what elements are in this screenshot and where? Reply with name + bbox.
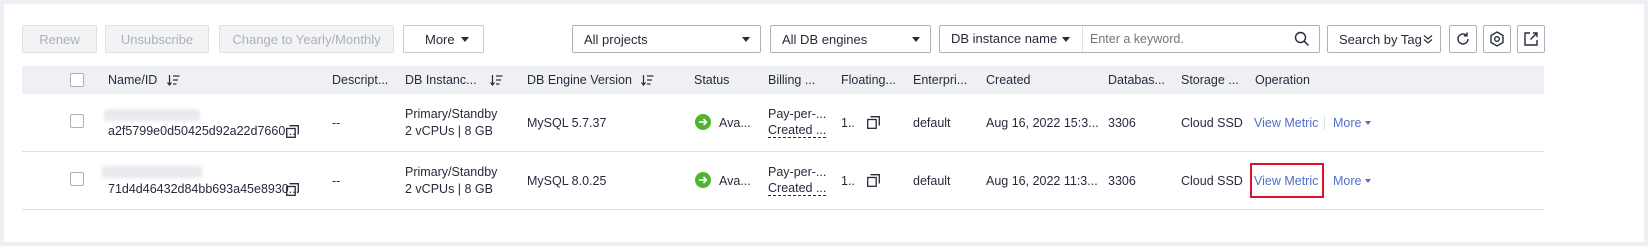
status-text: Ava... xyxy=(719,116,751,130)
chevron-down-icon xyxy=(742,37,750,42)
column-header-billing: Billing ... xyxy=(768,73,816,87)
column-header-created: Created xyxy=(986,73,1031,87)
column-header-engine-version[interactable]: DB Engine Version xyxy=(527,66,654,94)
chevron-down-icon xyxy=(461,37,469,42)
chevron-down-icon xyxy=(1365,179,1372,183)
storage-type: Cloud SSD xyxy=(1181,116,1243,130)
db-engine-select[interactable]: All DB engines xyxy=(770,25,931,53)
table-row: a2f5799e0d50425d92a22d7660... -- Primary… xyxy=(22,94,1544,152)
instance-id: 71d4d46432d84bb693a45e8930... xyxy=(108,182,300,196)
column-header-description: Descript... xyxy=(332,73,389,87)
row-more-menu[interactable]: More xyxy=(1333,116,1372,130)
column-header-database-port: Databas... xyxy=(1108,73,1165,87)
storage-type: Cloud SSD xyxy=(1181,174,1243,188)
instance-spec: 2 vCPUs | 8 GB xyxy=(405,182,493,196)
column-header-instance-type[interactable]: DB Instanc... xyxy=(405,66,515,94)
search-icon[interactable] xyxy=(1294,31,1310,47)
sort-icon[interactable] xyxy=(166,74,180,86)
copy-icon[interactable] xyxy=(286,125,299,138)
column-header-storage: Storage ... xyxy=(1181,73,1239,87)
search-type-value: DB instance name xyxy=(951,31,1058,46)
floating-ip: 1.. xyxy=(841,174,855,188)
database-port: 3306 xyxy=(1108,116,1136,130)
select-all-checkbox[interactable] xyxy=(70,73,84,87)
copy-icon[interactable] xyxy=(867,174,880,187)
search-box[interactable]: DB instance name xyxy=(939,25,1320,53)
gear-icon xyxy=(1490,31,1504,47)
project-select[interactable]: All projects xyxy=(572,25,761,53)
column-header-status: Status xyxy=(694,73,730,87)
search-input[interactable] xyxy=(1090,28,1280,50)
search-by-tag-label: Search by Tag xyxy=(1339,31,1422,47)
db-engine-select-value: All DB engines xyxy=(782,31,868,47)
row-checkbox[interactable] xyxy=(70,114,84,128)
unsubscribe-button[interactable]: Unsubscribe xyxy=(105,25,209,53)
more-actions-label: More xyxy=(425,31,455,47)
sort-icon[interactable] xyxy=(490,74,503,86)
instance-spec: 2 vCPUs | 8 GB xyxy=(405,124,493,138)
sort-icon[interactable] xyxy=(641,74,654,86)
copy-icon[interactable] xyxy=(286,183,299,196)
change-billing-button[interactable]: Change to Yearly/Monthly xyxy=(219,25,394,53)
search-by-tag-button[interactable]: Search by Tag xyxy=(1327,25,1441,53)
billing-mode: Pay-per-... xyxy=(768,165,827,179)
engine-version: MySQL 5.7.37 xyxy=(527,116,607,130)
column-header-name[interactable]: Name/ID xyxy=(108,66,180,94)
view-metric-link[interactable]: View Metric xyxy=(1254,174,1318,188)
refresh-icon xyxy=(1457,32,1469,45)
chevron-down-icon xyxy=(1365,121,1372,125)
column-header-operation: Operation xyxy=(1255,73,1310,87)
billing-created[interactable]: Created ... xyxy=(768,123,827,138)
search-type-select[interactable]: DB instance name xyxy=(940,26,1083,52)
operation-divider xyxy=(1324,116,1325,130)
table-header: Name/ID Descript... DB Instanc... DB Eng… xyxy=(22,66,1544,94)
table-row: 71d4d46432d84bb693a45e8930... -- Primary… xyxy=(22,152,1544,210)
refresh-button[interactable] xyxy=(1449,25,1477,53)
enterprise-project: default xyxy=(913,174,951,188)
status-text: Ava... xyxy=(719,174,751,188)
created-time: Aug 16, 2022 11:3... xyxy=(986,174,1098,188)
view-metric-link[interactable]: View Metric xyxy=(1254,116,1318,130)
column-header-enterprise-project: Enterpri... xyxy=(913,73,968,87)
instance-type: Primary/Standby xyxy=(405,107,498,121)
instance-name-redacted xyxy=(102,166,202,178)
copy-icon[interactable] xyxy=(867,116,880,129)
instance-name-redacted xyxy=(104,109,200,121)
more-actions-button[interactable]: More xyxy=(403,25,484,53)
export-button[interactable] xyxy=(1517,25,1545,53)
enterprise-project: default xyxy=(913,116,951,130)
engine-version: MySQL 8.0.25 xyxy=(527,174,607,188)
created-time: Aug 16, 2022 15:3... xyxy=(986,116,1099,130)
instance-id: a2f5799e0d50425d92a22d7660... xyxy=(108,124,296,138)
row-more-menu[interactable]: More xyxy=(1333,174,1372,188)
floating-ip: 1.. xyxy=(841,116,855,130)
column-header-floating-ip: Floating... xyxy=(841,73,896,87)
status-available-icon xyxy=(695,114,711,130)
billing-mode: Pay-per-... xyxy=(768,107,827,121)
chevron-down-icon xyxy=(912,37,920,42)
chevron-down-icon xyxy=(1062,37,1070,42)
database-port: 3306 xyxy=(1108,174,1136,188)
renew-button[interactable]: Renew xyxy=(22,25,97,53)
project-select-value: All projects xyxy=(584,31,648,47)
billing-created[interactable]: Created ... xyxy=(768,181,827,196)
double-chevron-down-icon xyxy=(1423,35,1433,44)
description: -- xyxy=(332,174,341,188)
settings-button[interactable] xyxy=(1483,25,1511,53)
row-checkbox[interactable] xyxy=(70,172,84,186)
export-icon xyxy=(1524,32,1538,46)
description: -- xyxy=(332,116,341,130)
status-available-icon xyxy=(695,172,711,188)
instance-type: Primary/Standby xyxy=(405,165,498,179)
